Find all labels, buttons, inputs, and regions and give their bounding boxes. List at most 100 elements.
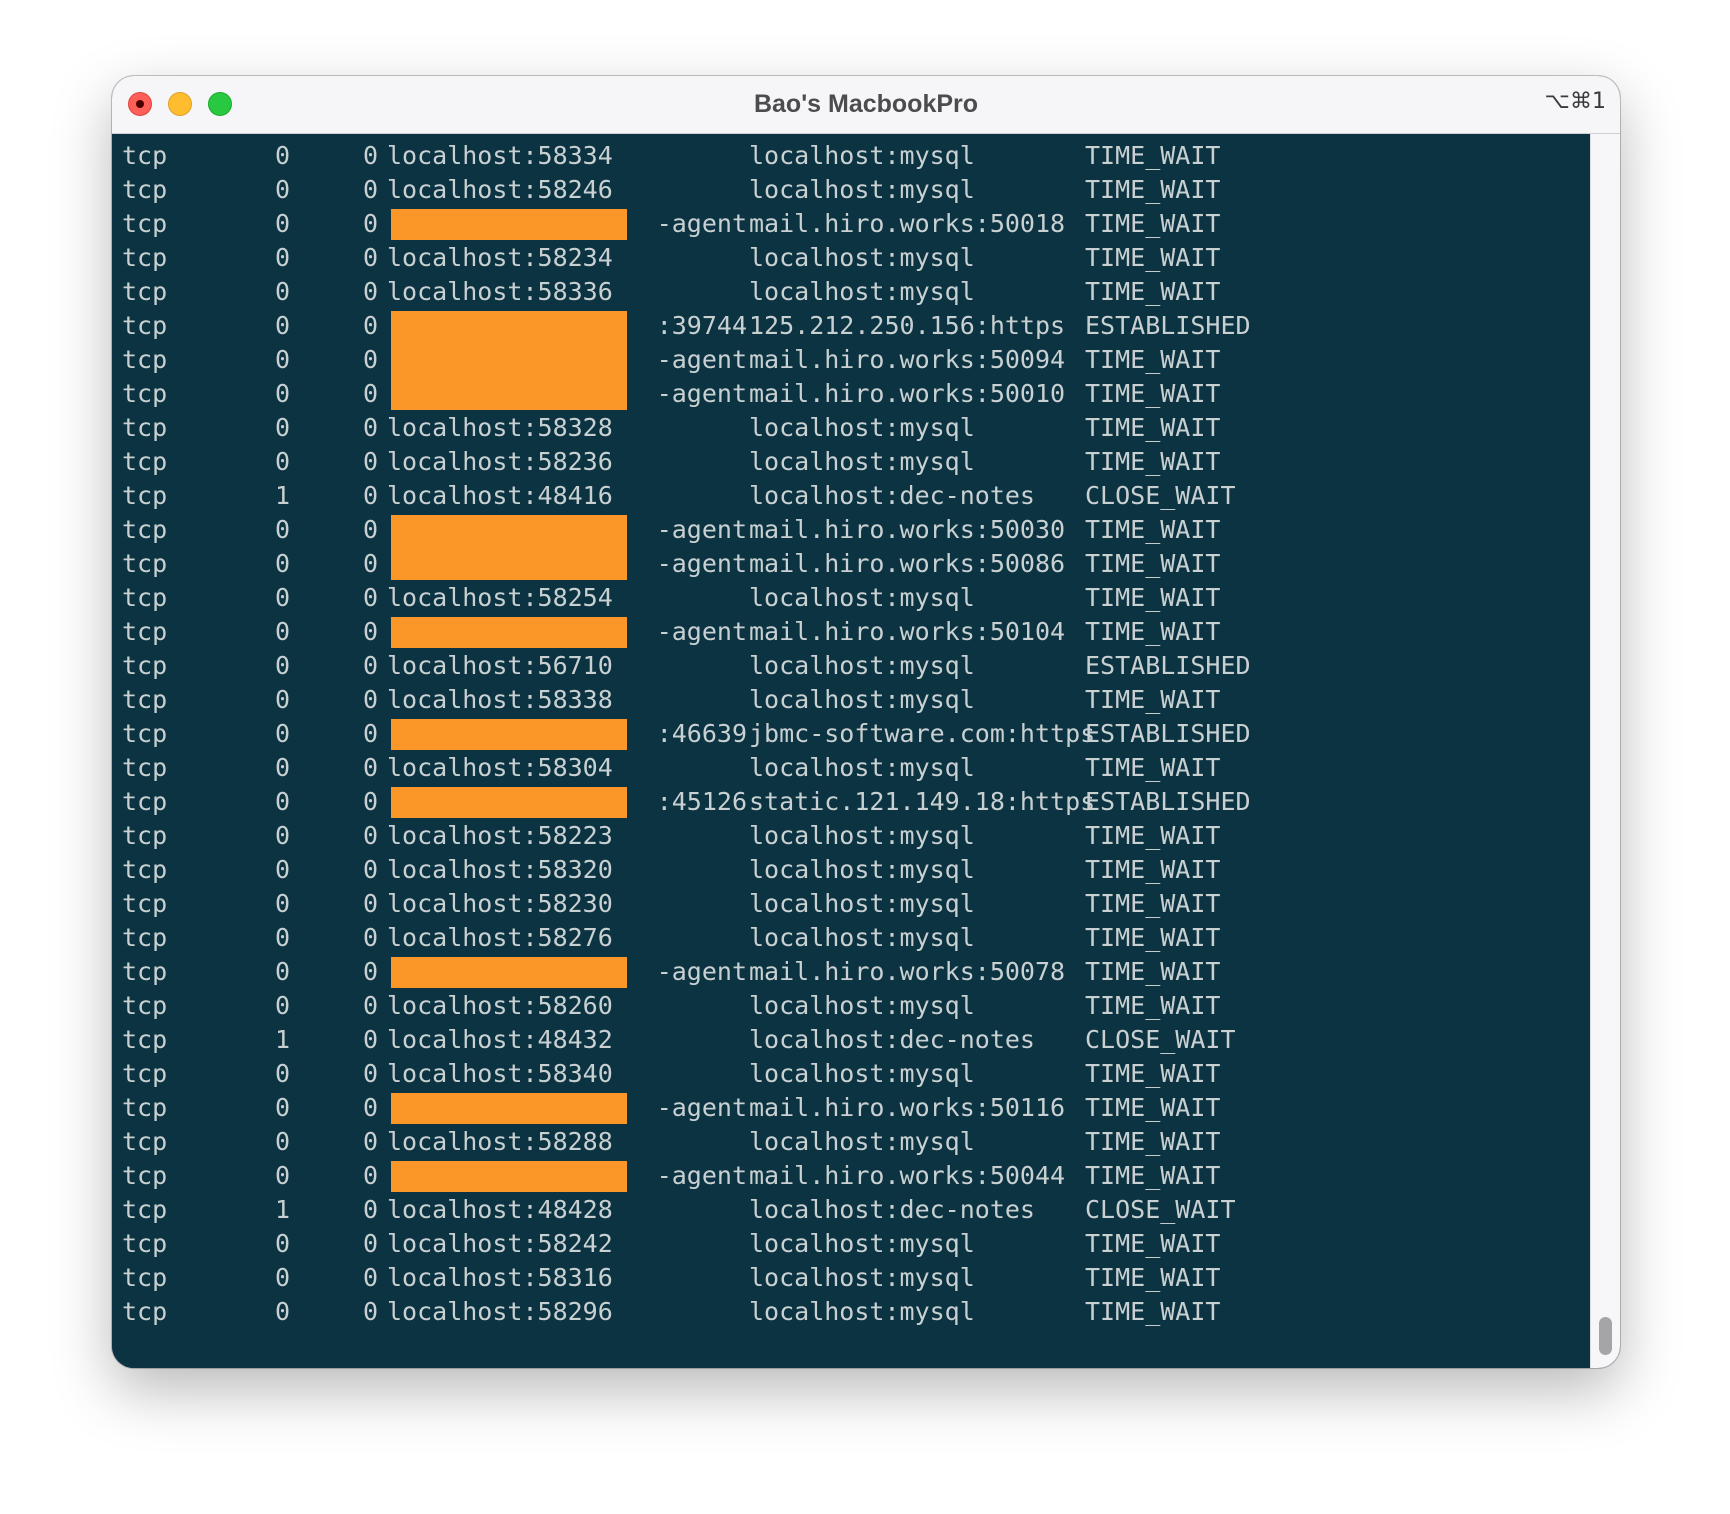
foreign-address-cell: localhost:mysql: [749, 447, 975, 476]
send-q-cell: 0: [362, 209, 378, 238]
vertical-scrollbar[interactable]: [1590, 134, 1620, 1368]
foreign-address-cell: localhost:mysql: [749, 583, 975, 612]
proto-cell: tcp: [122, 583, 168, 612]
recv-q-cell: 0: [274, 1059, 290, 1088]
proto-cell: tcp: [122, 345, 168, 374]
local-address-cell: localhost:58223: [387, 821, 613, 850]
state-cell: TIME_WAIT: [1085, 141, 1221, 170]
foreign-address-cell: localhost:mysql: [749, 175, 975, 204]
proto-cell: tcp: [122, 685, 168, 714]
local-address-cell: localhost:58236: [387, 447, 613, 476]
state-cell: TIME_WAIT: [1085, 685, 1221, 714]
send-q-cell: 0: [362, 311, 378, 340]
window-title: Bao's MacbookPro: [753, 90, 979, 118]
state-cell: ESTABLISHED: [1085, 311, 1251, 340]
proto-cell: tcp: [122, 991, 168, 1020]
foreign-address-cell: localhost:mysql: [749, 753, 975, 782]
foreign-address-cell: localhost:mysql: [749, 1263, 975, 1292]
proto-cell: tcp: [122, 719, 168, 748]
redaction-block: [391, 1093, 627, 1124]
send-q-cell: 0: [362, 719, 378, 748]
recv-q-cell: 0: [274, 787, 290, 816]
proto-cell: tcp: [122, 277, 168, 306]
send-q-cell: 0: [362, 855, 378, 884]
foreign-address-cell: localhost:mysql: [749, 889, 975, 918]
terminal-output[interactable]: tcp 0 0 localhost:58334 localhost:mysql TIME_…: [112, 134, 1590, 1368]
recv-q-cell: 0: [274, 991, 290, 1020]
state-cell: TIME_WAIT: [1085, 277, 1221, 306]
send-q-cell: 0: [362, 243, 378, 272]
proto-cell: tcp: [122, 787, 168, 816]
local-address-cell: localhost:58276: [387, 923, 613, 952]
proto-cell: tcp: [122, 447, 168, 476]
send-q-cell: 0: [362, 923, 378, 952]
local-address-cell: localhost:58334: [387, 141, 613, 170]
state-cell: TIME_WAIT: [1085, 821, 1221, 850]
scrollbar-thumb[interactable]: [1599, 1317, 1612, 1355]
foreign-address-cell: mail.hiro.works:50116: [749, 1093, 1066, 1122]
recv-q-cell: 0: [274, 379, 290, 408]
proto-cell: tcp: [122, 617, 168, 646]
state-cell: TIME_WAIT: [1085, 923, 1221, 952]
foreign-address-cell: mail.hiro.works:50094: [749, 345, 1066, 374]
foreign-address-cell: mail.hiro.works:50010: [749, 379, 1066, 408]
recv-q-cell: 0: [274, 209, 290, 238]
state-cell: ESTABLISHED: [1085, 787, 1251, 816]
title-bar[interactable]: Bao's MacbookPro ⌥⌘1: [112, 76, 1620, 134]
send-q-cell: 0: [362, 175, 378, 204]
state-cell: TIME_WAIT: [1085, 1059, 1221, 1088]
send-q-cell: 0: [362, 1229, 378, 1258]
local-address-cell: localhost:56710: [387, 651, 613, 680]
recv-q-cell: 0: [274, 345, 290, 374]
state-cell: TIME_WAIT: [1085, 1297, 1221, 1326]
state-cell: TIME_WAIT: [1085, 583, 1221, 612]
send-q-cell: 0: [362, 889, 378, 918]
send-q-cell: 0: [362, 583, 378, 612]
recv-q-cell: 1: [274, 1195, 290, 1224]
redaction-block: [391, 1161, 627, 1192]
proto-cell: tcp: [122, 1059, 168, 1088]
local-address-cell: localhost:58328: [387, 413, 613, 442]
state-cell: TIME_WAIT: [1085, 889, 1221, 918]
local-address-cell: localhost:58260: [387, 991, 613, 1020]
recv-q-cell: 0: [274, 243, 290, 272]
state-cell: TIME_WAIT: [1085, 991, 1221, 1020]
state-cell: TIME_WAIT: [1085, 209, 1221, 238]
state-cell: TIME_WAIT: [1085, 549, 1221, 578]
recv-q-cell: 0: [274, 1161, 290, 1190]
foreign-address-cell: mail.hiro.works:50078: [749, 957, 1066, 986]
redaction-block: [391, 787, 627, 818]
recv-q-cell: 0: [274, 413, 290, 442]
state-cell: TIME_WAIT: [1085, 447, 1221, 476]
recv-q-cell: 0: [274, 923, 290, 952]
send-q-cell: 0: [362, 1127, 378, 1156]
send-q-cell: 0: [362, 481, 378, 510]
state-cell: TIME_WAIT: [1085, 617, 1221, 646]
send-q-cell: 0: [362, 549, 378, 578]
send-q-cell: 0: [362, 957, 378, 986]
recv-q-cell: 0: [274, 311, 290, 340]
recv-q-cell: 0: [274, 447, 290, 476]
proto-cell: tcp: [122, 889, 168, 918]
foreign-address-cell: localhost:mysql: [749, 1229, 975, 1258]
send-q-cell: 0: [362, 1161, 378, 1190]
recv-q-cell: 1: [274, 1025, 290, 1054]
foreign-address-cell: localhost:mysql: [749, 243, 975, 272]
send-q-cell: 0: [362, 413, 378, 442]
proto-cell: tcp: [122, 413, 168, 442]
foreign-address-cell: localhost:mysql: [749, 1059, 975, 1088]
state-cell: TIME_WAIT: [1085, 1161, 1221, 1190]
send-q-cell: 0: [362, 1059, 378, 1088]
local-address-cell: localhost:58254: [387, 583, 613, 612]
state-cell: ESTABLISHED: [1085, 719, 1251, 748]
terminal-window: Bao's MacbookPro ⌥⌘1 tcp 0 0 localhost:5833…: [112, 76, 1620, 1368]
local-address-cell: localhost:58242: [387, 1229, 613, 1258]
recv-q-cell: 0: [274, 957, 290, 986]
local-address-cell: localhost:58340: [387, 1059, 613, 1088]
proto-cell: tcp: [122, 549, 168, 578]
recv-q-cell: 0: [274, 515, 290, 544]
proto-cell: tcp: [122, 481, 168, 510]
local-address-cell: localhost:58288: [387, 1127, 613, 1156]
proto-cell: tcp: [122, 175, 168, 204]
send-q-cell: 0: [362, 685, 378, 714]
